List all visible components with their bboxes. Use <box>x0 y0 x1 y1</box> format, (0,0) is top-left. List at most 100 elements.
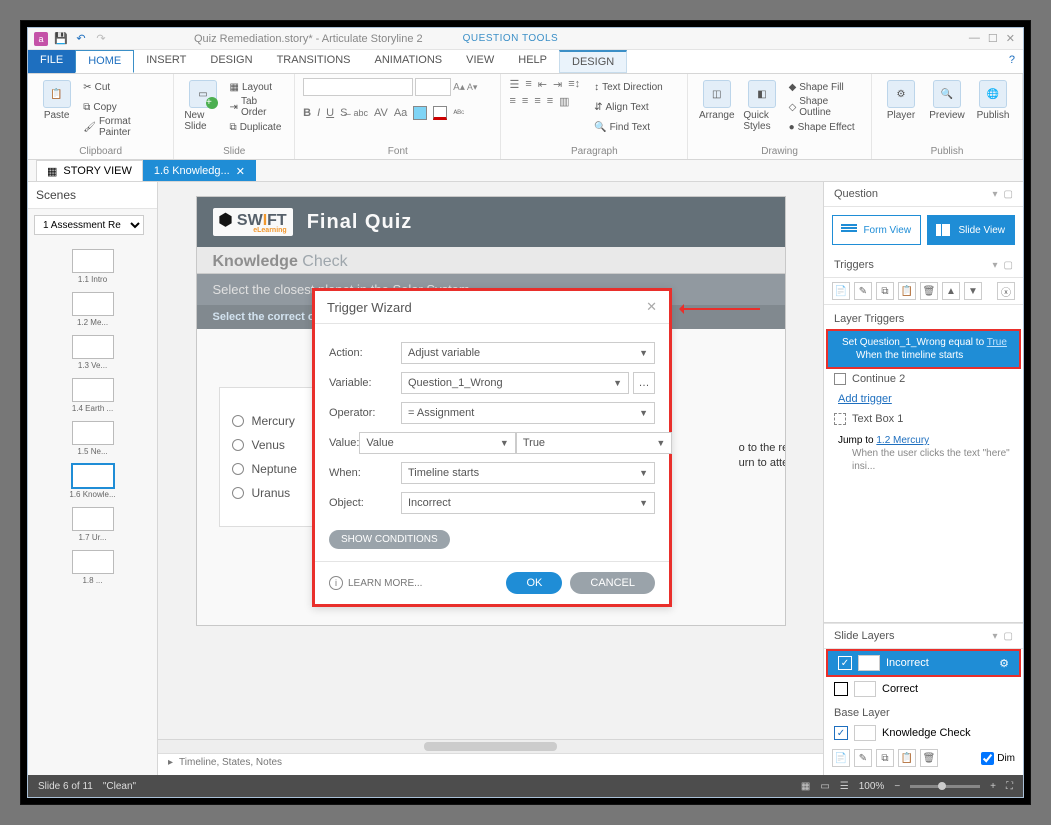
close-icon[interactable]: ✕ <box>1006 32 1015 45</box>
slide-thumb[interactable]: 1.3 Ve... <box>34 335 151 370</box>
dim-checkbox[interactable]: Dim <box>981 752 1015 765</box>
when-select[interactable]: Timeline starts▼ <box>401 462 655 484</box>
layer-correct[interactable]: Correct <box>824 677 1023 701</box>
trigger-item[interactable]: Jump to 1.2 Mercury When the user clicks… <box>824 429 1023 478</box>
redo-icon[interactable]: ↷ <box>94 32 108 46</box>
copy-button[interactable]: ⧉ Copy <box>81 98 165 116</box>
quick-styles-button[interactable]: ◧Quick Styles <box>741 78 782 134</box>
slide-thumb[interactable]: 1.7 Ur... <box>34 507 151 542</box>
panel-menu-icon[interactable]: ▾ <box>993 189 998 200</box>
panel-menu-icon[interactable]: ▾ <box>993 260 998 271</box>
align-right-button[interactable]: ≡ <box>534 95 540 108</box>
view-grid-icon[interactable]: ▦ <box>801 781 810 792</box>
font-color-button[interactable] <box>433 106 447 120</box>
tab-animations[interactable]: ANIMATIONS <box>363 50 455 73</box>
tab-current-slide[interactable]: 1.6 Knowledg...✕ <box>143 160 256 181</box>
align-text-button[interactable]: ⇵ Align Text <box>592 98 665 116</box>
value-select[interactable]: True▼ <box>516 432 672 454</box>
copy-trigger-button[interactable]: ⧉ <box>876 282 894 300</box>
paste-trigger-button[interactable]: 📋 <box>898 282 916 300</box>
tab-close-icon[interactable]: ✕ <box>236 165 245 178</box>
undo-icon[interactable]: ↶ <box>74 32 88 46</box>
numbering-button[interactable]: ≡ <box>525 78 531 91</box>
strike-button[interactable]: S̶ <box>340 107 347 119</box>
change-case-button[interactable]: Aa <box>394 107 407 119</box>
zoom-in-icon[interactable]: + <box>990 781 996 792</box>
view-layers-icon[interactable]: ☰ <box>840 781 849 792</box>
layer-incorrect[interactable]: ✓ Incorrect ⚙ <box>826 649 1021 677</box>
zoom-slider[interactable] <box>910 785 980 788</box>
italic-button[interactable]: I <box>317 107 320 119</box>
layer-base[interactable]: ✓ Knowledge Check <box>824 721 1023 745</box>
value-type-select[interactable]: Value▼ <box>359 432 515 454</box>
slide-thumb[interactable]: 1.1 Intro <box>34 249 151 284</box>
tab-design[interactable]: DESIGN <box>198 50 264 73</box>
ok-button[interactable]: OK <box>506 572 562 594</box>
slide-thumb[interactable]: 1.8 ... <box>34 550 151 585</box>
justify-button[interactable]: ≡ <box>547 95 553 108</box>
scene-selector[interactable]: 1 Assessment Re <box>34 215 144 235</box>
player-button[interactable]: ⚙Player <box>880 78 922 123</box>
format-painter-button[interactable]: 🖌 Format Painter <box>81 118 165 136</box>
char-spacing-button[interactable]: AV <box>374 107 388 119</box>
arrange-button[interactable]: ◫Arrange <box>696 78 737 123</box>
tab-question-design[interactable]: DESIGN <box>559 50 627 73</box>
panel-undock-icon[interactable]: ▢ <box>1004 189 1013 200</box>
duplicate-button[interactable]: ⧉ Duplicate <box>228 118 287 136</box>
slide-thumb[interactable]: 1.5 Ne... <box>34 421 151 456</box>
underline-button[interactable]: U <box>326 107 334 119</box>
maximize-icon[interactable]: ☐ <box>988 32 998 45</box>
operator-select[interactable]: = Assignment▼ <box>401 402 655 424</box>
delete-trigger-button[interactable]: 🗑 <box>920 282 938 300</box>
align-center-button[interactable]: ≡ <box>522 95 528 108</box>
horizontal-scrollbar[interactable] <box>158 740 823 754</box>
visibility-checkbox[interactable]: ✓ <box>838 656 852 670</box>
dialog-close-icon[interactable]: ✕ <box>646 299 657 315</box>
slide-thumb[interactable]: 1.2 Me... <box>34 292 151 327</box>
slide-view-button[interactable]: Slide View <box>927 215 1016 245</box>
trigger-object-textbox[interactable]: Text Box 1 <box>824 409 1023 429</box>
panel-undock-icon[interactable]: ▢ <box>1004 260 1013 271</box>
form-view-button[interactable]: Form View <box>832 215 921 245</box>
paste-layer-button[interactable]: 📋 <box>898 749 916 767</box>
text-direction-button[interactable]: ↕ Text Direction <box>592 78 665 96</box>
font-family-select[interactable] <box>303 78 413 96</box>
layout-button[interactable]: ▦ Layout <box>228 78 287 96</box>
object-select[interactable]: Incorrect▼ <box>401 492 655 514</box>
bullets-button[interactable]: ☰ <box>509 78 519 91</box>
tab-help[interactable]: HELP <box>506 50 559 73</box>
save-icon[interactable]: 💾 <box>54 32 68 46</box>
cancel-button[interactable]: CANCEL <box>570 572 655 594</box>
find-text-button[interactable]: 🔍 Find Text <box>592 118 665 136</box>
trigger-object-continue[interactable]: Continue 2 <box>824 369 1023 389</box>
panel-menu-icon[interactable]: ▾ <box>993 631 998 642</box>
variables-button[interactable]: ⓧ <box>997 282 1015 300</box>
learn-more-link[interactable]: iLEARN MORE... <box>329 576 422 590</box>
tab-view[interactable]: VIEW <box>454 50 506 73</box>
highlight-color-button[interactable] <box>413 106 427 120</box>
zoom-out-icon[interactable]: − <box>894 781 900 792</box>
add-trigger-link[interactable]: Add trigger <box>824 389 906 409</box>
preview-button[interactable]: 🔍Preview <box>926 78 968 123</box>
shadow-button[interactable]: abc <box>353 108 368 118</box>
visibility-checkbox[interactable]: ✓ <box>834 726 848 740</box>
trigger-item-selected[interactable]: Set Question_1_Wrong equal to True When … <box>826 329 1021 369</box>
indent-left-button[interactable]: ⇤ <box>538 78 547 91</box>
slide-thumb-selected[interactable]: 1.6 Knowle... <box>34 464 151 499</box>
help-icon[interactable]: ? <box>1001 50 1023 73</box>
bold-button[interactable]: B <box>303 107 311 119</box>
shape-fill-button[interactable]: ◆ Shape Fill <box>787 78 863 96</box>
minimize-icon[interactable]: — <box>969 32 980 45</box>
variable-browse-button[interactable]: … <box>633 372 655 394</box>
font-size-select[interactable] <box>415 78 451 96</box>
align-left-button[interactable]: ≡ <box>509 95 515 108</box>
grow-font-icon[interactable]: A▴ <box>453 82 465 93</box>
fit-icon[interactable]: ⛶ <box>1006 781 1013 792</box>
paste-button[interactable]: 📋Paste <box>36 78 77 123</box>
new-trigger-button[interactable]: 📄 <box>832 282 850 300</box>
layer-settings-icon[interactable]: ⚙ <box>999 657 1009 670</box>
move-up-button[interactable]: ▲ <box>942 282 960 300</box>
new-slide-button[interactable]: ▭+New Slide <box>182 78 223 134</box>
edit-trigger-button[interactable]: ✎ <box>854 282 872 300</box>
tab-file[interactable]: FILE <box>28 50 75 73</box>
